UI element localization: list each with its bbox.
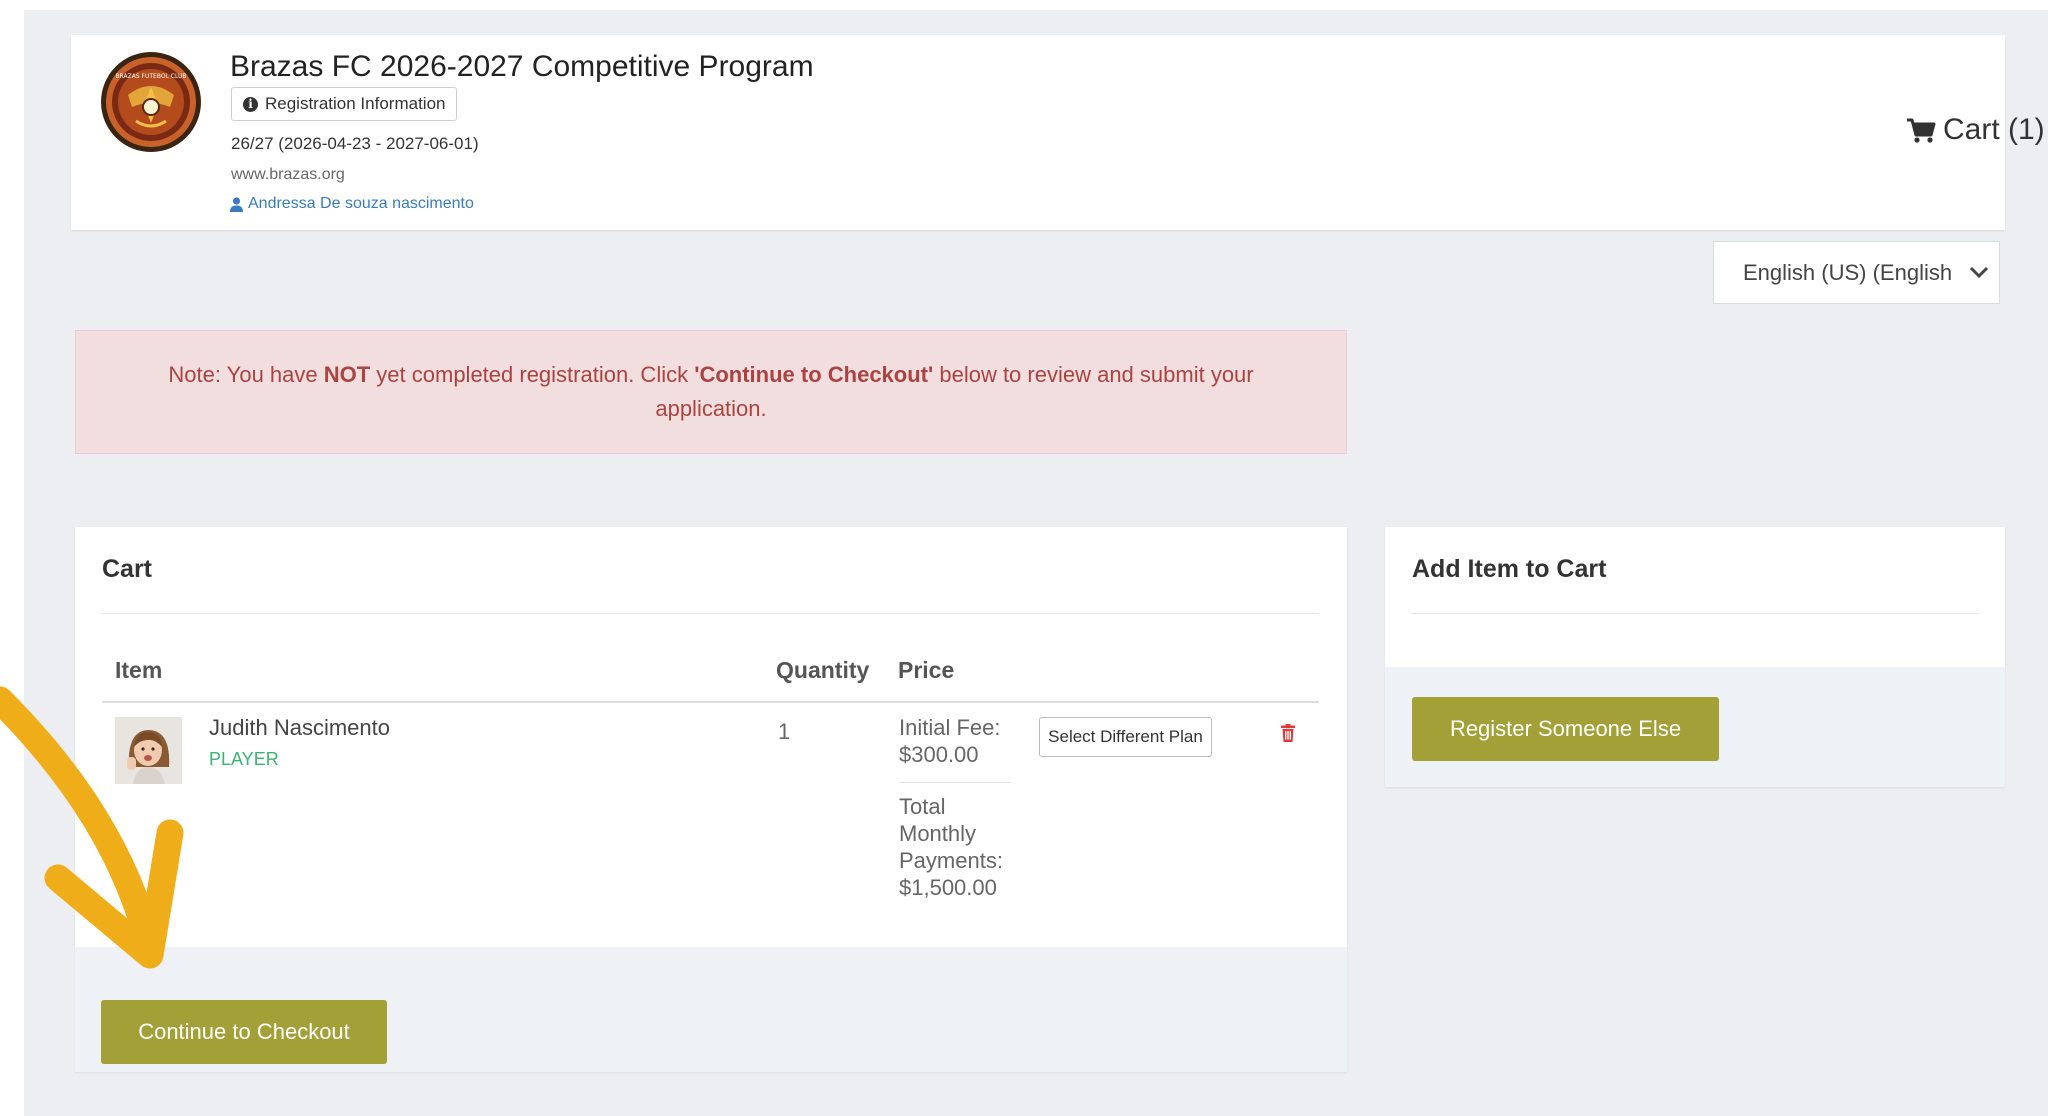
player-avatar — [115, 717, 182, 784]
registration-info-button[interactable]: i Registration Information — [231, 87, 458, 121]
registration-info-label: Registration Information — [265, 94, 446, 113]
note-middle: yet completed registration. Click — [370, 362, 695, 387]
register-someone-else-button[interactable]: Register Someone Else — [1412, 697, 1719, 761]
note-emphasis: NOT — [323, 362, 371, 387]
registration-incomplete-alert: Note: You have NOT yet completed registr… — [75, 330, 1347, 454]
item-player-name: Judith Nascimento — [209, 715, 390, 740]
add-item-panel-footer: Register Someone Else — [1385, 667, 2005, 787]
info-circle-icon: i — [243, 96, 258, 112]
initial-fee-amount: $300.00 — [899, 742, 979, 767]
chevron-down-icon — [1969, 266, 1989, 279]
item-price: Initial Fee: $300.00 Total Monthly Payme… — [899, 714, 1011, 901]
cart-panel-title: Cart — [102, 555, 153, 583]
cart-count-label: Cart (1) — [1943, 113, 2045, 146]
shopping-cart-icon — [1907, 118, 1936, 143]
monthly-payments-label: Total Monthly Payments: — [899, 794, 1003, 873]
organization-header: BRAZAS FUTEBOL CLUB Brazas FC 2026-2027 … — [71, 35, 2045, 230]
user-name: Andressa De souza nascimento — [248, 195, 474, 212]
language-select[interactable]: English (US) (English — [1713, 241, 2000, 304]
note-prefix: Note: You have — [168, 362, 324, 387]
trash-icon[interactable] — [1281, 724, 1295, 742]
program-title: Brazas FC 2026-2027 Competitive Program — [230, 50, 814, 83]
add-item-panel-title: Add Item to Cart — [1412, 555, 1607, 583]
cart-title-divider — [102, 613, 1319, 614]
item-quantity: 1 — [778, 719, 791, 744]
language-selected-value: English (US) (English — [1743, 259, 1953, 285]
table-header-divider — [102, 701, 1319, 703]
add-item-panel: Add Item to Cart Register Someone Else — [1385, 527, 2005, 787]
season-dates: 26/27 (2026-04-23 - 2027-06-01) — [231, 134, 479, 153]
cart-panel-footer: Continue to Checkout — [75, 947, 1347, 1072]
initial-fee-label: Initial Fee: — [899, 715, 1001, 740]
note-checkout-reference: 'Continue to Checkout' — [694, 362, 934, 387]
user-icon — [230, 196, 243, 212]
user-account-link[interactable]: Andressa De souza nascimento — [230, 195, 474, 213]
monthly-payments-amount: $1,500.00 — [899, 875, 997, 900]
item-player-role: PLAYER — [209, 749, 279, 769]
club-logo: BRAZAS FUTEBOL CLUB — [101, 52, 201, 152]
cart-link[interactable]: Cart (1) — [1906, 113, 2045, 147]
column-header-item: Item — [115, 657, 163, 683]
club-website: www.brazas.org — [231, 166, 345, 183]
logo-text: BRAZAS FUTEBOL CLUB — [115, 73, 186, 80]
cart-panel: Cart Item Quantity Price Judith Nascimen… — [75, 527, 1347, 1072]
column-header-price: Price — [898, 657, 955, 683]
continue-to-checkout-button[interactable]: Continue to Checkout — [101, 1000, 387, 1064]
column-header-quantity: Quantity — [776, 657, 870, 683]
price-divider — [899, 782, 1011, 783]
select-different-plan-button[interactable]: Select Different Plan — [1039, 717, 1212, 757]
add-item-title-divider — [1412, 613, 1978, 614]
